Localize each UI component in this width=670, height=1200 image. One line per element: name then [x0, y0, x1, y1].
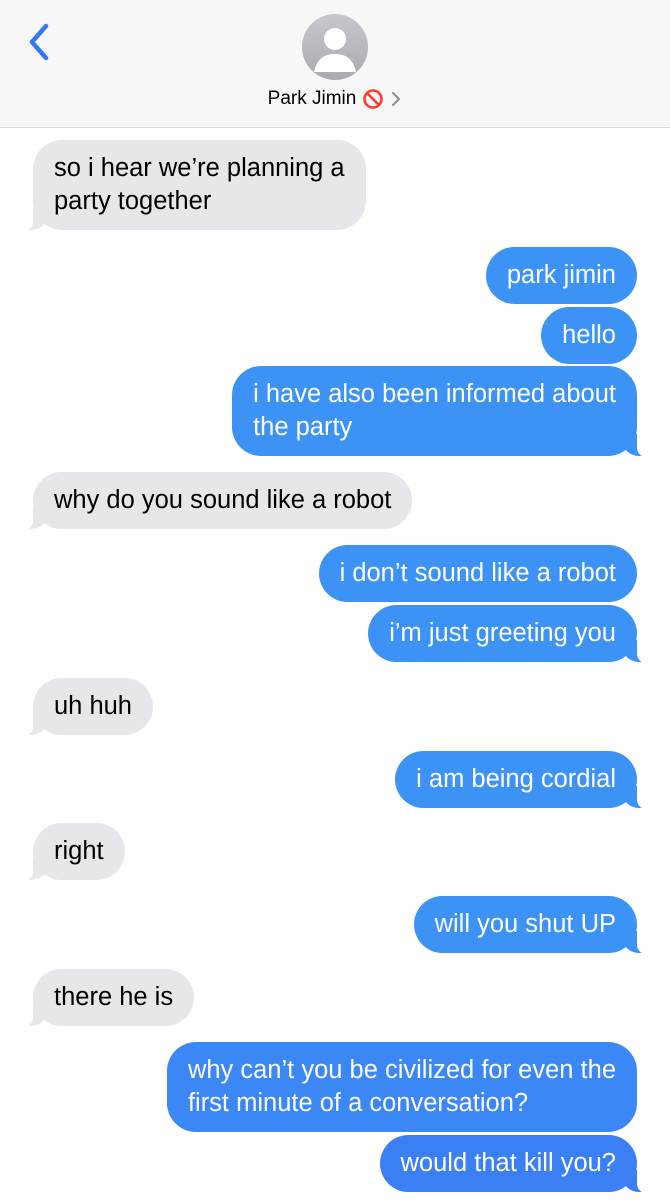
- message-bubble-incoming[interactable]: uh huh: [7, 678, 153, 737]
- message-text: i am being cordial: [416, 765, 616, 793]
- back-button[interactable]: [22, 20, 56, 64]
- message-text: why can’t you be civilized for even the f…: [187, 1056, 616, 1117]
- message-bubble-outgoing[interactable]: hello: [541, 307, 637, 364]
- message-text: why do you sound like a robot: [54, 486, 392, 514]
- message-text: would that kill you?: [400, 1149, 616, 1177]
- message-text: will you shut UP: [434, 910, 616, 938]
- message-bubble-incoming[interactable]: why do you sound like a robot: [6, 472, 413, 531]
- chevron-right-icon: [390, 90, 402, 108]
- message-bubble-outgoing[interactable]: will you shut UP: [413, 896, 664, 955]
- message-text: right: [54, 837, 104, 865]
- message-text: hello: [562, 321, 616, 349]
- message-bubble-outgoing[interactable]: i have also been informed about the party: [232, 366, 663, 458]
- message-bubble-outgoing[interactable]: park jimin: [485, 247, 637, 304]
- message-bubble-incoming[interactable]: there he is: [6, 969, 195, 1028]
- message-text: i’m just greeting you: [389, 619, 616, 647]
- person-silhouette-icon: [314, 28, 356, 72]
- message-bubble-outgoing[interactable]: i am being cordial: [395, 751, 663, 810]
- message-text: i have also been informed about the party: [253, 380, 616, 441]
- message-text: so i hear we’re planning a party together: [54, 154, 345, 215]
- message-text: uh huh: [54, 692, 132, 720]
- chevron-left-icon: [29, 23, 49, 61]
- message-bubble-incoming[interactable]: so i hear we’re planning a party together: [7, 140, 366, 232]
- contact-name: Park Jimin: [267, 88, 357, 109]
- conversation-header: Park Jimin: [0, 0, 670, 128]
- message-bubble-outgoing[interactable]: i’m just greeting you: [368, 605, 663, 664]
- message-text: there he is: [54, 983, 174, 1011]
- message-bubble-outgoing[interactable]: why can’t you be civilized for even the f…: [166, 1042, 637, 1132]
- message-bubble-outgoing[interactable]: would that kill you?: [379, 1135, 664, 1194]
- no-entry-icon: [362, 88, 384, 110]
- message-text: i don’t sound like a robot: [339, 559, 616, 587]
- contact-avatar[interactable]: [302, 14, 368, 80]
- message-text: park jimin: [506, 261, 616, 289]
- message-bubble-incoming[interactable]: right: [7, 823, 125, 882]
- contact-name-row: Park Jimin: [0, 86, 670, 112]
- contact-details-button[interactable]: Park Jimin: [268, 86, 403, 112]
- message-bubble-outgoing[interactable]: i don’t sound like a robot: [318, 545, 637, 602]
